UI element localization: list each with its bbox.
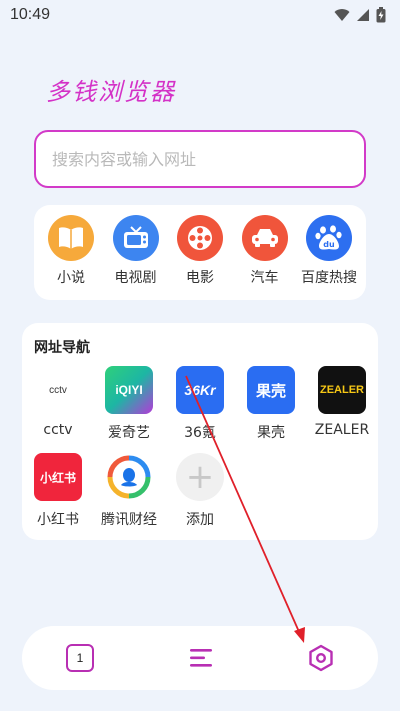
iqiyi-logo-text: iQIYI <box>115 383 143 397</box>
36kr-logo: 36Kr <box>176 366 224 414</box>
tv-icon <box>112 215 159 261</box>
site-label: cctv <box>43 422 73 438</box>
site-36kr[interactable]: 36Kr 36氪 <box>167 366 233 442</box>
book-icon <box>48 215 94 261</box>
site-navigation-card: 网址导航 cctv cctv iQIYI 爱奇艺 36Kr 36氪 果壳 果壳 … <box>22 323 378 540</box>
iqiyi-logo: iQIYI <box>105 366 153 414</box>
tabs-button[interactable]: 1 <box>66 644 94 672</box>
site-tencent-finance[interactable]: 腾讯财经 <box>96 453 162 529</box>
site-label: 36氪 <box>184 425 216 441</box>
site-label: 腾讯财经 <box>101 512 157 528</box>
quick-link-movie[interactable]: 电影 <box>169 215 231 287</box>
cctv-logo: cctv <box>34 366 82 414</box>
plus-icon: + <box>176 453 224 501</box>
site-label: 小红书 <box>37 512 79 528</box>
film-reel-icon <box>177 215 223 261</box>
search-input[interactable] <box>52 149 364 169</box>
zealer-logo: ZEALER <box>318 366 366 414</box>
guokr-logo: 果壳 <box>247 366 295 414</box>
settings-hexagon-icon[interactable] <box>308 644 334 672</box>
site-guokr[interactable]: 果壳 果壳 <box>238 366 304 442</box>
site-nav-title: 网址导航 <box>34 340 90 356</box>
36kr-logo-text: 36Kr <box>184 382 216 398</box>
xiaohongshu-logo-text: 小红书 <box>39 470 76 485</box>
add-site-button[interactable]: + 添加 <box>167 453 233 529</box>
quick-links-card: 小说 电视剧 电影 汽车 du 百度热搜 <box>34 205 366 300</box>
site-zealer[interactable]: ZEALER ZEALER <box>309 366 375 438</box>
wifi-icon <box>334 9 350 21</box>
cctv-logo-text: cctv <box>49 384 67 396</box>
site-label: ZEALER <box>314 422 370 438</box>
svg-text:du: du <box>323 240 335 249</box>
tab-count: 1 <box>76 651 84 665</box>
quick-link-label: 汽车 <box>250 270 279 286</box>
browser-brand-title: 多钱浏览器 <box>46 78 176 106</box>
zealer-logo-text: ZEALER <box>320 384 364 396</box>
site-xiaohongshu[interactable]: 小红书 小红书 <box>25 453 91 529</box>
car-icon <box>241 215 288 261</box>
site-label: 果壳 <box>257 425 285 441</box>
site-iqiyi[interactable]: iQIYI 爱奇艺 <box>96 366 162 442</box>
status-icons <box>334 7 386 23</box>
guokr-logo-text: 果壳 <box>255 381 286 400</box>
quick-link-label: 百度热搜 <box>301 270 357 286</box>
baidu-paw-icon: du <box>306 215 352 261</box>
xiaohongshu-logo: 小红书 <box>34 453 82 501</box>
battery-icon <box>376 7 386 23</box>
status-time: 10:49 <box>10 6 51 23</box>
signal-icon <box>357 9 369 21</box>
site-label: 爱奇艺 <box>108 425 150 441</box>
status-bar: 10:49 <box>0 0 400 30</box>
plus-icon-glyph: + <box>185 457 215 497</box>
quick-link-car[interactable]: 汽车 <box>234 215 296 287</box>
quick-link-novel[interactable]: 小说 <box>40 215 102 287</box>
menu-icon[interactable] <box>188 647 214 669</box>
site-label: 添加 <box>186 512 214 528</box>
quick-link-label: 电视剧 <box>114 270 157 286</box>
tencent-finance-logo <box>105 453 153 501</box>
quick-link-label: 电影 <box>186 270 214 286</box>
quick-link-tv[interactable]: 电视剧 <box>105 215 167 287</box>
site-cctv[interactable]: cctv cctv <box>25 366 91 439</box>
quick-link-label: 小说 <box>57 270 85 286</box>
quick-link-baidu-hot[interactable]: du 百度热搜 <box>298 215 360 287</box>
bottom-toolbar: 1 <box>22 626 378 690</box>
search-box[interactable] <box>34 130 366 188</box>
